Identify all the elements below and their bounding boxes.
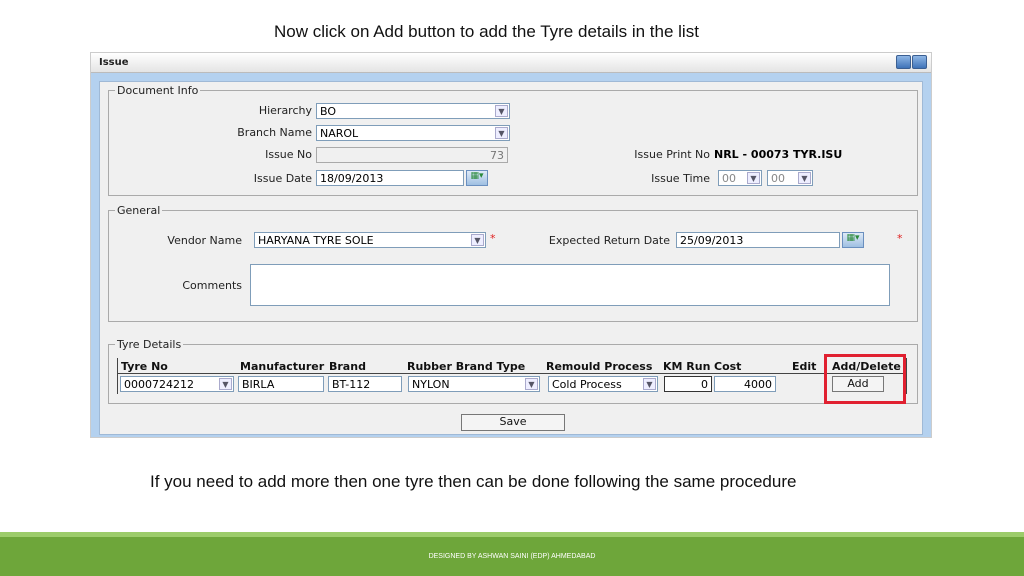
hierarchy-value: BO xyxy=(320,105,337,118)
hour-select[interactable]: 00 ▼ xyxy=(718,170,762,186)
hierarchy-select[interactable]: BO ▼ xyxy=(316,103,510,119)
rubber-type-value: NYLON xyxy=(412,378,450,391)
column-header: Manufacturer xyxy=(240,360,325,373)
return-date-field[interactable]: 25/09/2013 xyxy=(676,232,840,248)
chevron-down-icon: ▼ xyxy=(747,172,760,184)
minute-value: 00 xyxy=(771,172,785,185)
issue-window: Issue Document Info Hierarchy BO ▼ Branch… xyxy=(90,52,932,438)
save-button[interactable]: Save xyxy=(461,414,565,431)
chevron-down-icon: ▼ xyxy=(471,234,484,246)
km-run-field[interactable]: 0 xyxy=(664,376,712,392)
issue-date-label: Issue Date xyxy=(253,172,312,185)
branch-value: NAROL xyxy=(320,127,359,140)
calendar-icon[interactable]: ▦▾ xyxy=(466,170,488,186)
tyre-no-select[interactable]: 0000724212 ▼ xyxy=(120,376,234,392)
issue-date-field[interactable]: 18/09/2013 xyxy=(316,170,464,186)
column-header: Cost xyxy=(714,360,742,373)
column-header: Remould Process xyxy=(546,360,653,373)
hour-value: 00 xyxy=(722,172,736,185)
rubber-type-select[interactable]: NYLON ▼ xyxy=(408,376,540,392)
brand-field[interactable]: BT-112 xyxy=(328,376,402,392)
restore-icon[interactable] xyxy=(896,55,911,69)
vendor-value: HARYANA TYRE SOLE xyxy=(258,234,374,247)
remould-process-select[interactable]: Cold Process ▼ xyxy=(548,376,658,392)
print-no-value: NRL - 00073 TYR.ISU xyxy=(714,148,843,161)
remould-process-value: Cold Process xyxy=(552,378,622,391)
section-legend: Tyre Details xyxy=(117,338,182,351)
tyre-table: Tyre No Manufacturer Brand Rubber Brand … xyxy=(117,358,907,394)
vendor-label: Vendor Name xyxy=(167,234,242,247)
required-mark: * xyxy=(490,232,496,245)
column-header: KM Run xyxy=(663,360,711,373)
instruction-top: Now click on Add button to add the Tyre … xyxy=(274,22,699,41)
close-icon[interactable] xyxy=(912,55,927,69)
issue-time-label: Issue Time xyxy=(651,172,710,185)
column-header: Edit xyxy=(792,360,817,373)
minute-select[interactable]: 00 ▼ xyxy=(767,170,813,186)
branch-label: Branch Name xyxy=(237,126,312,139)
comments-textarea[interactable] xyxy=(250,264,890,306)
footer-bar: DESIGNED BY ASHWAN SAINI (EDP) AHMEDABAD xyxy=(0,532,1024,576)
tyre-no-value: 0000724212 xyxy=(124,378,194,391)
chevron-down-icon: ▼ xyxy=(495,127,508,139)
footer-credit: DESIGNED BY ASHWAN SAINI (EDP) AHMEDABAD xyxy=(428,553,596,560)
form-panel: Document Info Hierarchy BO ▼ Branch Name … xyxy=(99,81,923,435)
section-legend: General xyxy=(117,204,161,217)
section-legend: Document Info xyxy=(117,84,199,97)
comments-label: Comments xyxy=(182,279,242,292)
manufacturer-field[interactable]: BIRLA xyxy=(238,376,324,392)
add-button-highlight xyxy=(824,354,906,404)
column-header: Brand xyxy=(329,360,366,373)
chevron-down-icon: ▼ xyxy=(525,378,538,390)
column-header: Rubber Brand Type xyxy=(407,360,526,373)
return-date-label: Expected Return Date xyxy=(548,234,670,247)
chevron-down-icon: ▼ xyxy=(495,105,508,117)
required-mark: * xyxy=(897,232,903,245)
issue-no-label: Issue No xyxy=(265,148,312,161)
cost-field[interactable]: 4000 xyxy=(714,376,776,392)
issue-no-field: 73 xyxy=(316,147,508,163)
vendor-select[interactable]: HARYANA TYRE SOLE ▼ xyxy=(254,232,486,248)
column-header: Tyre No xyxy=(121,360,168,373)
branch-select[interactable]: NAROL ▼ xyxy=(316,125,510,141)
window-title: Issue xyxy=(91,53,931,73)
chevron-down-icon: ▼ xyxy=(798,172,811,184)
instruction-bottom: If you need to add more then one tyre th… xyxy=(150,472,797,491)
calendar-icon[interactable]: ▦▾ xyxy=(842,232,864,248)
print-no-label: Issue Print No xyxy=(634,148,710,161)
chevron-down-icon: ▼ xyxy=(643,378,656,390)
hierarchy-label: Hierarchy xyxy=(258,104,312,117)
chevron-down-icon: ▼ xyxy=(219,378,232,390)
